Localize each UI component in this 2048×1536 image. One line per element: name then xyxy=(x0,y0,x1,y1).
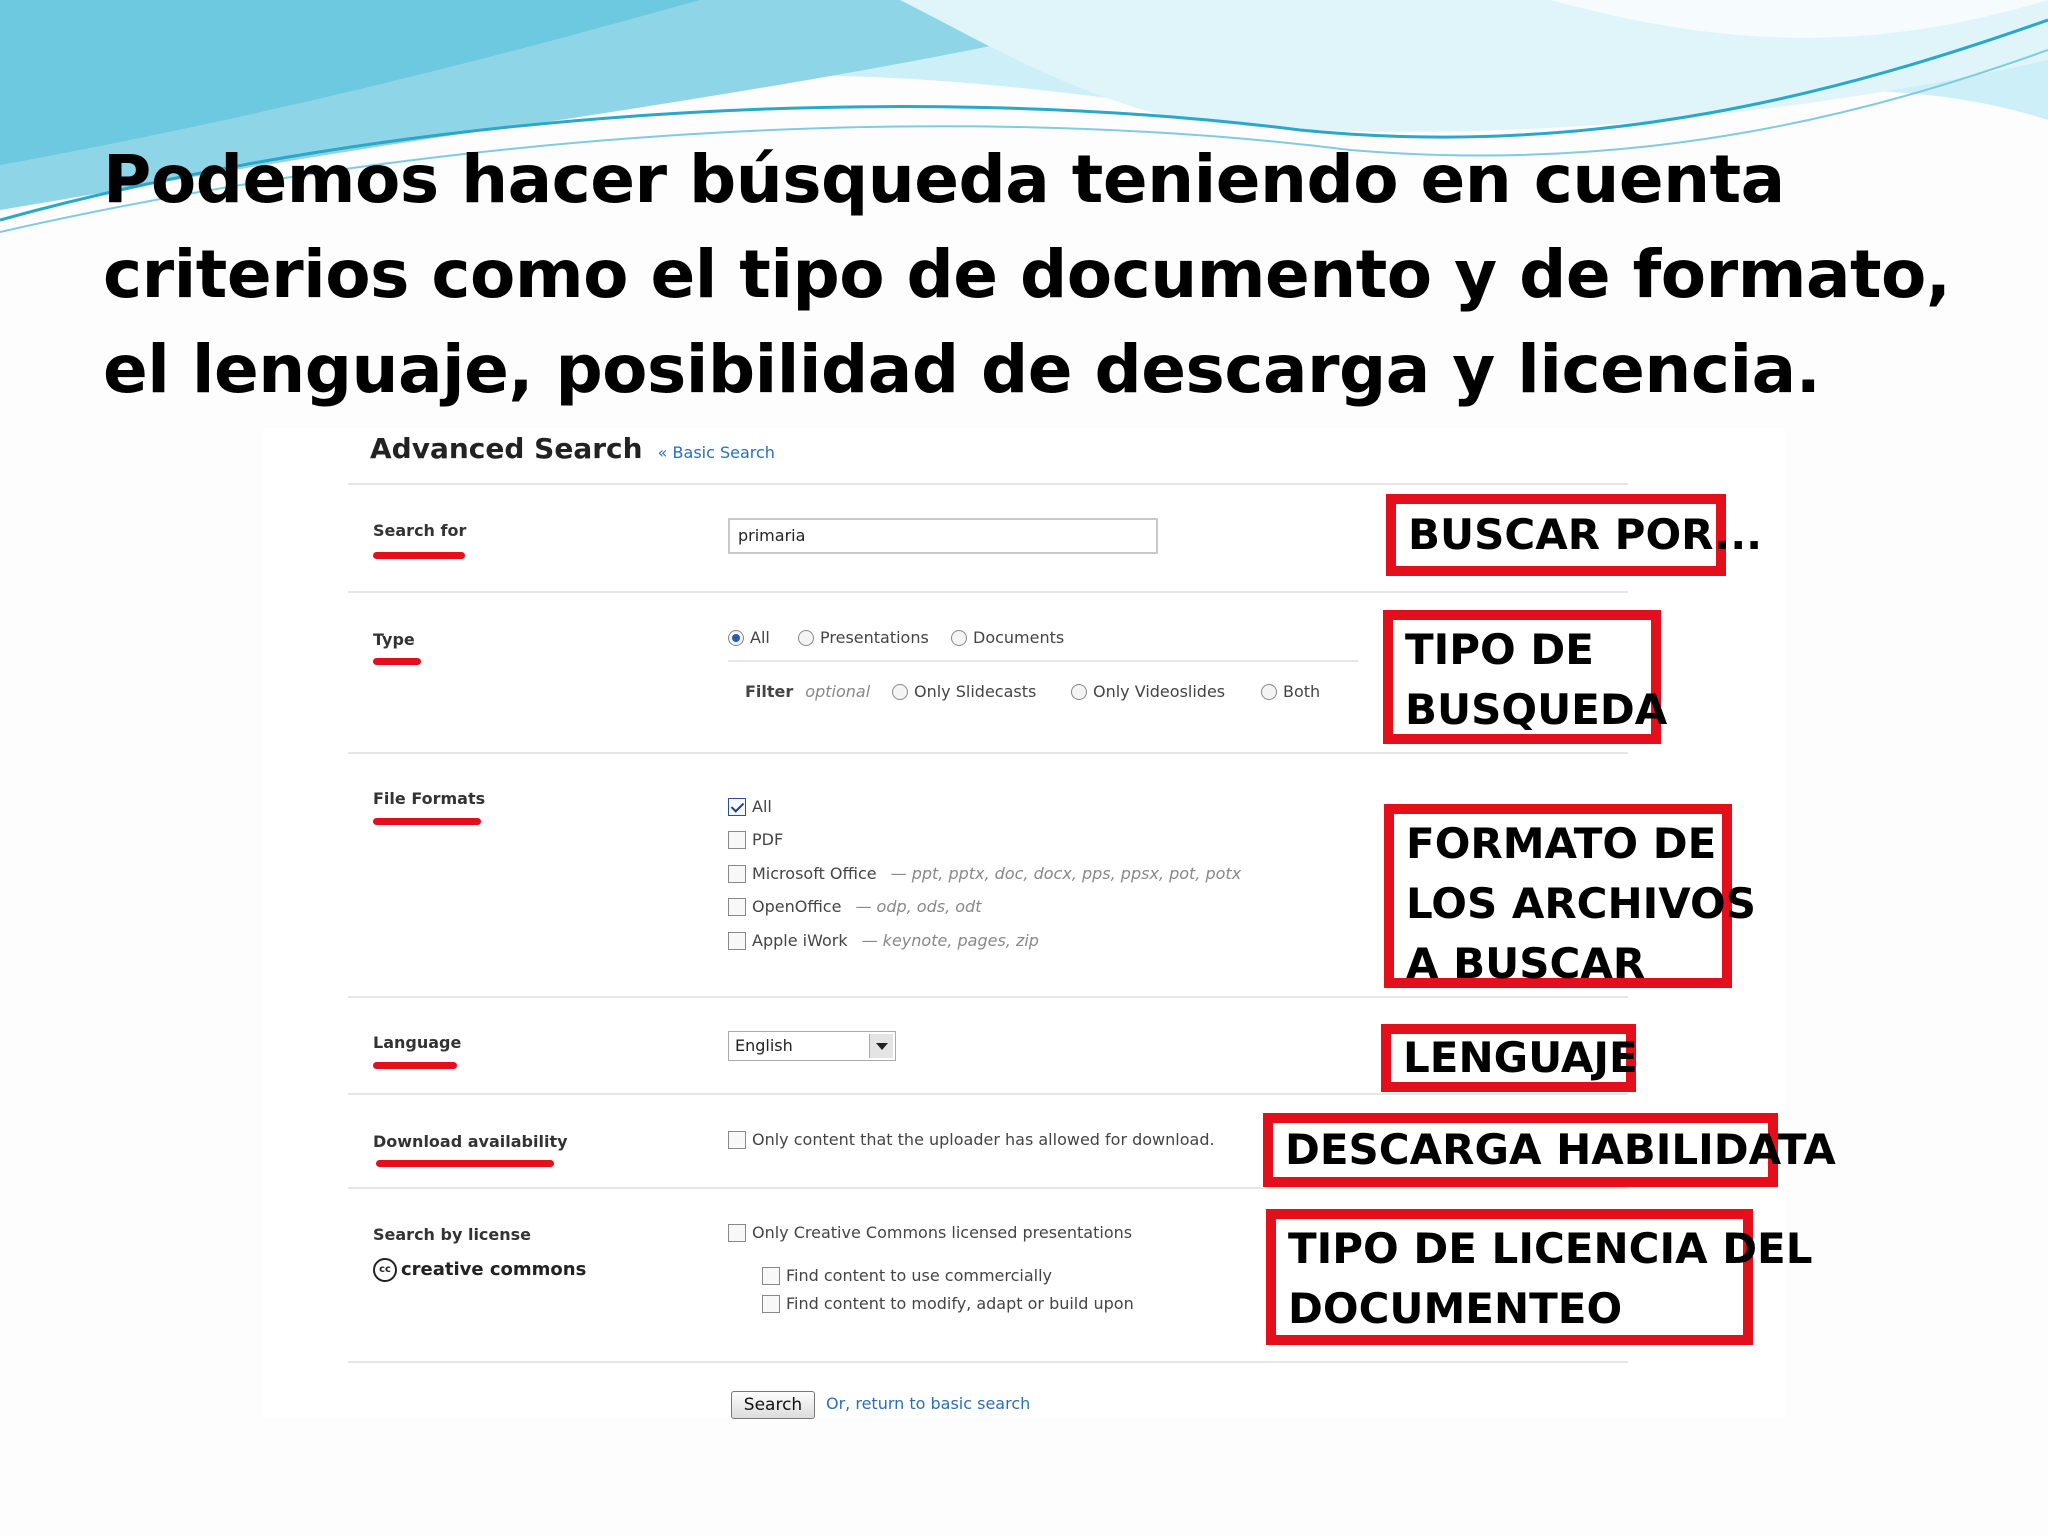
radio[interactable] xyxy=(1261,683,1277,700)
license-option-cc[interactable]: Only Creative Commons licensed presentat… xyxy=(728,1223,1132,1242)
type-option-documents[interactable]: Documents xyxy=(951,628,1064,647)
language-select[interactable]: English xyxy=(728,1031,896,1061)
checkbox[interactable] xyxy=(728,830,746,849)
annotation-lenguaje: LENGUAJE xyxy=(1381,1024,1638,1092)
label-underline xyxy=(373,658,421,665)
license-label: Search by license xyxy=(373,1225,532,1244)
annotation-formato: FORMATO DE LOS ARCHIVOS A BUSCAR xyxy=(1384,804,1756,988)
checkbox[interactable] xyxy=(728,897,746,916)
filter-label: Filter optional xyxy=(745,682,871,701)
format-option-all[interactable]: All xyxy=(728,797,772,816)
radio-selected[interactable] xyxy=(728,629,744,646)
checkbox[interactable] xyxy=(728,864,746,883)
checkbox[interactable] xyxy=(728,1130,746,1149)
separator xyxy=(348,483,1628,485)
separator xyxy=(348,996,1628,998)
checkbox[interactable] xyxy=(728,931,746,950)
advanced-search-title: Advanced Search xyxy=(370,432,643,465)
annotation-buscar-por: BUSCAR POR... xyxy=(1386,494,1762,576)
filter-option-slidecasts[interactable]: Only Slidecasts xyxy=(892,682,1036,701)
filter-separator xyxy=(728,660,1358,662)
separator xyxy=(348,1187,1628,1189)
radio[interactable] xyxy=(951,629,967,646)
checkbox[interactable] xyxy=(728,1223,746,1242)
slide-title: Podemos hacer búsqueda teniendo en cuent… xyxy=(103,141,1951,408)
label-underline xyxy=(373,1062,457,1069)
radio[interactable] xyxy=(892,683,908,700)
download-label: Download availability xyxy=(373,1132,568,1151)
annotation-tipo-busqueda: TIPO DE BUSQUEDA xyxy=(1383,610,1667,744)
search-for-label: Search for xyxy=(373,521,467,540)
checkbox-checked[interactable] xyxy=(728,797,746,816)
filter-option-videoslides[interactable]: Only Videoslides xyxy=(1071,682,1225,701)
filter-option-both[interactable]: Both xyxy=(1261,682,1320,701)
separator xyxy=(348,752,1628,754)
return-basic-search-link[interactable]: Or, return to basic search xyxy=(826,1394,1030,1413)
chevron-down-icon[interactable] xyxy=(869,1034,893,1058)
language-label: Language xyxy=(373,1033,462,1052)
license-option-commercial[interactable]: Find content to use commercially xyxy=(762,1266,1052,1285)
label-underline xyxy=(373,818,481,825)
label-underline xyxy=(373,552,465,559)
label-underline xyxy=(376,1160,554,1167)
type-option-all[interactable]: All xyxy=(728,628,770,647)
license-option-modify[interactable]: Find content to modify, adapt or build u… xyxy=(762,1294,1134,1313)
file-formats-label: File Formats xyxy=(373,789,486,808)
search-input[interactable]: primaria xyxy=(728,518,1158,554)
download-option[interactable]: Only content that the uploader has allow… xyxy=(728,1130,1215,1149)
type-option-presentations[interactable]: Presentations xyxy=(798,628,929,647)
creative-commons-logo: cc creative commons xyxy=(373,1258,586,1282)
format-option-pdf[interactable]: PDF xyxy=(728,830,783,849)
format-option-ms-office[interactable]: Microsoft Office — ppt, pptx, doc, docx,… xyxy=(728,864,1241,883)
annotation-descarga: DESCARGA HABILIDATA xyxy=(1263,1113,1836,1187)
checkbox[interactable] xyxy=(762,1266,780,1285)
basic-search-link[interactable]: « Basic Search xyxy=(658,443,775,462)
separator xyxy=(348,591,1628,593)
checkbox[interactable] xyxy=(762,1294,780,1313)
search-button[interactable]: Search xyxy=(731,1391,815,1419)
separator xyxy=(348,1361,1628,1363)
cc-icon: cc xyxy=(373,1258,397,1282)
format-option-openoffice[interactable]: OpenOffice — odp, ods, odt xyxy=(728,897,981,916)
annotation-licencia: TIPO DE LICENCIA DEL DOCUMENTEO xyxy=(1266,1209,1813,1345)
type-label: Type xyxy=(373,630,415,649)
radio[interactable] xyxy=(1071,683,1087,700)
radio[interactable] xyxy=(798,629,814,646)
format-option-iwork[interactable]: Apple iWork — keynote, pages, zip xyxy=(728,931,1039,950)
separator xyxy=(348,1093,1628,1095)
advanced-search-header: Advanced Search « Basic Search xyxy=(370,432,775,465)
